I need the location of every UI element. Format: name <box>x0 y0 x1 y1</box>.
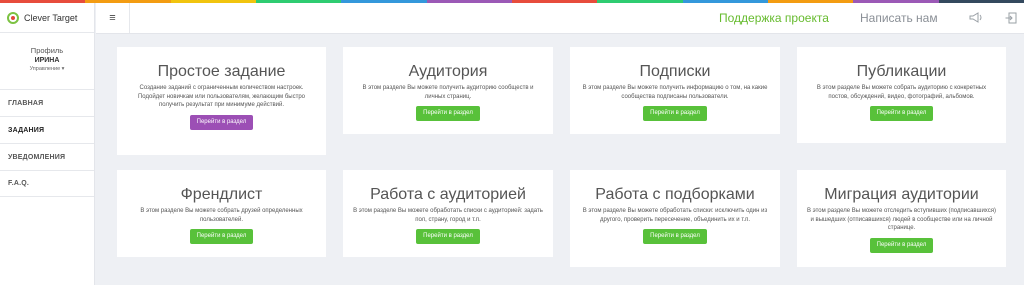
card-description: Создание заданий с ограниченным количест… <box>137 85 306 108</box>
megaphone-icon[interactable] <box>969 12 983 23</box>
card-description: В этом разделе Вы можете обработать спис… <box>582 208 768 223</box>
card-title: Миграция аудитории <box>824 186 979 203</box>
card-title: Работа с аудиторией <box>370 186 526 203</box>
go-to-section-button[interactable]: Перейти в раздел <box>869 106 934 121</box>
sidebar-nav: ГЛАВНАЯ ЗАДАНИЯ УВЕДОМЛЕНИЯ F.A.Q. <box>0 89 94 197</box>
card-title: Публикации <box>856 63 947 80</box>
profile-manage-dropdown[interactable]: Управление ▾ <box>0 66 94 72</box>
card-description: В этом разделе Вы можете собрать друзей … <box>140 208 303 223</box>
sidebar: Clever Target Профиль ИРИНА Управление ▾… <box>0 3 95 285</box>
card-title: Аудитория <box>408 63 488 80</box>
card-title: Подписки <box>639 63 711 80</box>
card-friendlist: Френдлист В этом разделе Вы можете собра… <box>117 170 326 257</box>
go-to-section-button[interactable]: Перейти в раздел <box>643 106 707 121</box>
card-subscriptions: Подписки В этом разделе Вы можете получи… <box>570 47 780 134</box>
card-publications: Публикации В этом разделе Вы можете собр… <box>797 47 1006 143</box>
logo-icon <box>7 11 19 24</box>
support-project-link[interactable]: Поддержка проекта <box>719 11 829 25</box>
sidebar-item-faq[interactable]: F.A.Q. <box>0 170 94 197</box>
card-description: В этом разделе Вы можете получить аудито… <box>362 85 534 100</box>
card-audience: Аудитория В этом разделе Вы можете получ… <box>343 47 553 134</box>
write-us-link[interactable]: Написать нам <box>860 11 938 25</box>
go-to-section-button[interactable]: Перейти в раздел <box>416 106 480 121</box>
card-description: В этом разделе Вы можете обработать спис… <box>353 208 543 223</box>
top-header: ≡ Поддержка проекта Написать нам <box>96 3 1024 34</box>
go-to-section-button[interactable]: Перейти в раздел <box>643 229 707 244</box>
card-description: В этом разделе Вы можете получить информ… <box>582 85 768 100</box>
go-to-section-button[interactable]: Перейти в раздел <box>189 114 254 130</box>
menu-toggle-icon[interactable]: ≡ <box>96 3 130 33</box>
card-audience-migration: Миграция аудитории В этом разделе Вы мож… <box>797 170 1006 267</box>
card-collections-work: Работа с подборками В этом разделе Вы мо… <box>570 170 780 267</box>
go-to-section-button[interactable]: Перейти в раздел <box>189 229 254 244</box>
sidebar-item-home[interactable]: ГЛАВНАЯ <box>0 89 94 116</box>
brand[interactable]: Clever Target <box>0 3 94 33</box>
card-title: Работа с подборками <box>595 186 755 203</box>
profile-block: Профиль ИРИНА Управление ▾ <box>0 33 94 89</box>
sidebar-item-notifications[interactable]: УВЕДОМЛЕНИЯ <box>0 143 94 170</box>
card-title: Френдлист <box>180 186 263 203</box>
card-title: Простое задание <box>157 63 286 80</box>
logout-icon[interactable] <box>1005 12 1017 24</box>
card-simple-task: Простое задание Создание заданий с огран… <box>117 47 326 155</box>
sidebar-item-tasks[interactable]: ЗАДАНИЯ <box>0 116 94 143</box>
profile-name: ИРИНА <box>34 57 60 64</box>
card-audience-work: Работа с аудиторией В этом разделе Вы мо… <box>343 170 553 257</box>
go-to-section-button[interactable]: Перейти в раздел <box>869 237 934 253</box>
card-description: В этом разделе Вы можете отследить вступ… <box>807 208 996 231</box>
brand-name: Clever Target <box>24 12 78 23</box>
card-description: В этом разделе Вы можете собрать аудитор… <box>816 85 987 100</box>
go-to-section-button[interactable]: Перейти в раздел <box>416 229 480 244</box>
profile-label: Профиль <box>30 46 64 55</box>
